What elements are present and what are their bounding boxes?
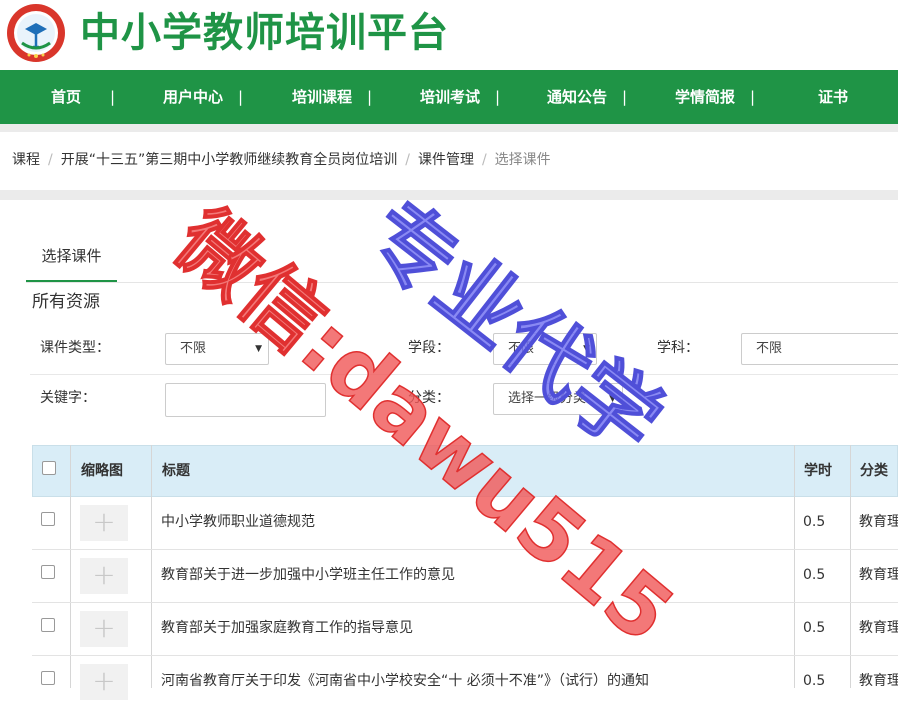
row-checkbox[interactable] bbox=[41, 671, 55, 685]
select-value: 选择一级分类 bbox=[508, 391, 587, 406]
nav-separator: | bbox=[495, 88, 501, 106]
site-header: 中小学教师培训平台 bbox=[0, 0, 898, 70]
breadcrumb-item-current: 选择课件 bbox=[494, 152, 551, 168]
breadcrumb-separator: / bbox=[481, 152, 487, 168]
section-title: 所有资源 bbox=[32, 292, 100, 312]
watermark-text-2: 专业代学 bbox=[347, 183, 680, 474]
subject-select[interactable]: 不限 bbox=[741, 333, 898, 365]
stage-select[interactable]: 不限 ▼ bbox=[493, 333, 597, 365]
header-hours: 学时 bbox=[804, 463, 832, 479]
row-category: 教育理 bbox=[859, 514, 898, 530]
breadcrumb-item-course[interactable]: 课程 bbox=[12, 152, 40, 168]
category-select[interactable]: 选择一级分类 ▼ bbox=[493, 383, 623, 415]
nav-separator: | bbox=[110, 88, 116, 106]
row-hours: 0.5 bbox=[803, 620, 826, 636]
row-title[interactable]: 教育部关于进一步加强中小学班主任工作的意见 bbox=[161, 565, 455, 585]
table-header: 缩略图 标题 学时 分类 bbox=[32, 445, 898, 497]
header-category: 分类 bbox=[860, 463, 888, 479]
tab-select-courseware[interactable]: 选择课件 bbox=[26, 232, 117, 282]
row-title[interactable]: 教育部关于加强家庭教育工作的指导意见 bbox=[161, 618, 413, 638]
breadcrumb-separator: / bbox=[405, 152, 410, 168]
keyword-input[interactable] bbox=[165, 383, 326, 417]
caret-down-icon: ▼ bbox=[255, 344, 262, 354]
nav-home[interactable]: 首页 bbox=[51, 70, 81, 124]
divider-band bbox=[0, 190, 898, 200]
select-value: 不限 bbox=[180, 341, 207, 356]
row-hours: 0.5 bbox=[803, 673, 826, 689]
nav-announcements[interactable]: 通知公告 bbox=[547, 70, 607, 124]
nav-separator: | bbox=[750, 88, 756, 106]
table-row[interactable]: + 教育部关于加强家庭教育工作的指导意见 0.5 教育理 bbox=[32, 603, 898, 656]
filter-keyword-label: 关键字： bbox=[40, 390, 96, 406]
nav-separator: | bbox=[622, 88, 628, 106]
table-row[interactable]: + 中小学教师职业道德规范 0.5 教育理 bbox=[32, 497, 898, 550]
nav-certificate[interactable]: 证书 bbox=[818, 70, 848, 124]
main-nav: 首页 | 用户中心 | 培训课程 | 培训考试 | 通知公告 | 学情简报 | … bbox=[0, 70, 898, 124]
nav-separator: | bbox=[367, 88, 373, 106]
caret-down-icon: ▼ bbox=[583, 344, 590, 354]
site-title: 中小学教师培训平台 bbox=[80, 10, 449, 56]
filter-subject-label: 学科： bbox=[657, 340, 699, 356]
nav-learning-brief[interactable]: 学情简报 bbox=[675, 70, 735, 124]
select-value: 不限 bbox=[508, 341, 535, 356]
row-hours: 0.5 bbox=[803, 567, 826, 583]
breadcrumb-item-courseware-manage[interactable]: 课件管理 bbox=[418, 152, 474, 168]
header-thumb: 缩略图 bbox=[81, 463, 123, 479]
filter-divider bbox=[30, 374, 898, 375]
breadcrumb: 课程 / 开展“十三五”第三期中小学教师继续教育全员岗位培训 / 课件管理 / 选择课件 bbox=[12, 148, 551, 172]
nav-user-center[interactable]: 用户中心 bbox=[163, 70, 223, 124]
row-category: 教育理 bbox=[859, 567, 898, 583]
nav-training-courses[interactable]: 培训课程 bbox=[292, 70, 352, 124]
row-checkbox[interactable] bbox=[41, 565, 55, 579]
filter-type-label: 课件类型： bbox=[40, 340, 110, 356]
thumbnail-placeholder-icon: + bbox=[80, 558, 128, 594]
select-value: 不限 bbox=[756, 341, 783, 356]
filter-category-label: 分类： bbox=[408, 390, 450, 406]
courseware-type-select[interactable]: 不限 ▼ bbox=[165, 333, 269, 365]
row-category: 教育理 bbox=[859, 620, 898, 636]
logo-icon[interactable] bbox=[6, 3, 66, 63]
row-hours: 0.5 bbox=[803, 514, 826, 530]
caret-down-icon: ▼ bbox=[609, 394, 616, 404]
nav-separator: | bbox=[238, 88, 244, 106]
row-checkbox[interactable] bbox=[41, 512, 55, 526]
divider-band bbox=[0, 124, 898, 132]
header-title: 标题 bbox=[162, 463, 190, 479]
row-category: 教育理 bbox=[859, 673, 898, 689]
row-checkbox[interactable] bbox=[41, 618, 55, 632]
breadcrumb-separator: / bbox=[48, 152, 53, 168]
table-row[interactable]: + 教育部关于进一步加强中小学班主任工作的意见 0.5 教育理 bbox=[32, 550, 898, 603]
table-row[interactable]: + 河南省教育厅关于印发《河南省中小学校安全“十 必须十不准”》（试行）的通知 … bbox=[32, 656, 898, 709]
filter-stage-label: 学段： bbox=[408, 340, 450, 356]
tab-underline bbox=[26, 282, 898, 283]
select-all-checkbox[interactable] bbox=[42, 461, 56, 475]
thumbnail-placeholder-icon: + bbox=[80, 611, 128, 647]
row-title[interactable]: 中小学教师职业道德规范 bbox=[161, 512, 315, 532]
breadcrumb-item-training[interactable]: 开展“十三五”第三期中小学教师继续教育全员岗位培训 bbox=[61, 152, 398, 168]
thumbnail-placeholder-icon: + bbox=[80, 664, 128, 700]
nav-training-exam[interactable]: 培训考试 bbox=[420, 70, 480, 124]
thumbnail-placeholder-icon: + bbox=[80, 505, 128, 541]
row-title[interactable]: 河南省教育厅关于印发《河南省中小学校安全“十 必须十不准”》（试行）的通知 bbox=[161, 671, 649, 691]
